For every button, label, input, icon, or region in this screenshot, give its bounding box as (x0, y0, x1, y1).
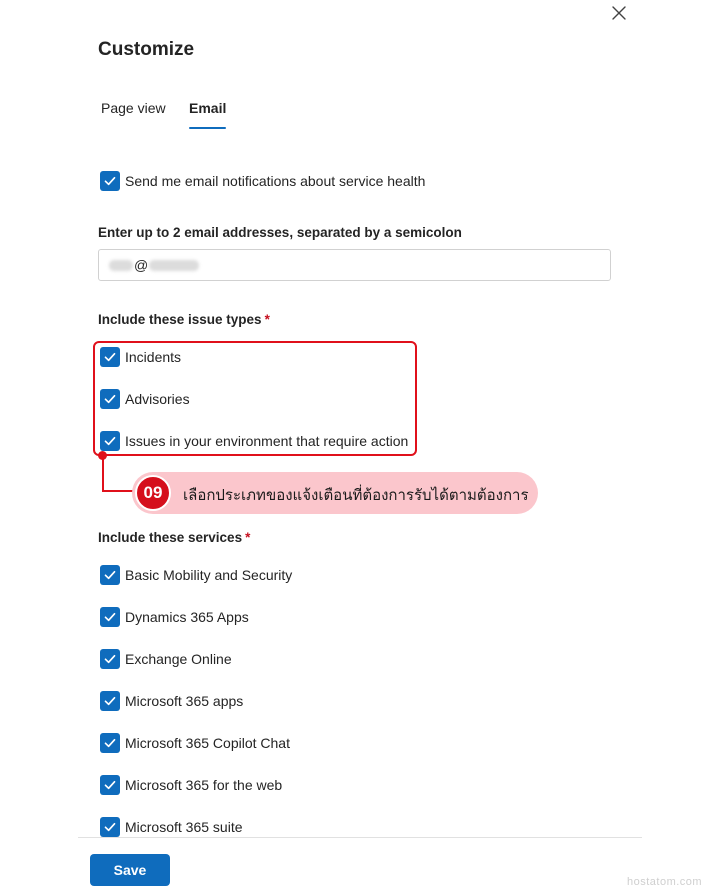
service-checkbox[interactable] (100, 775, 120, 795)
email-input[interactable]: @ (98, 249, 611, 281)
service-label: Basic Mobility and Security (125, 567, 293, 583)
service-checkbox[interactable] (100, 607, 120, 627)
save-button[interactable]: Save (90, 854, 170, 886)
service-checkbox[interactable] (100, 565, 120, 585)
service-item[interactable]: Basic Mobility and Security (100, 564, 292, 586)
send-notifications-checkbox[interactable] (100, 171, 120, 191)
required-mark: * (245, 530, 251, 545)
annotation-connector-vertical (102, 458, 104, 492)
checkmark-icon (104, 176, 116, 186)
redacted-email-domain (149, 259, 200, 271)
service-checkbox[interactable] (100, 733, 120, 753)
tab-email-label: Email (189, 100, 227, 116)
footer-divider (78, 837, 642, 838)
checkmark-icon (104, 654, 116, 664)
send-notifications-row[interactable]: Send me email notifications about servic… (100, 170, 425, 192)
service-label: Microsoft 365 apps (125, 693, 244, 709)
service-item[interactable]: Microsoft 365 apps (100, 690, 243, 712)
email-label: Enter up to 2 email addresses, separated… (98, 225, 462, 240)
tab-email[interactable]: Email (189, 100, 227, 129)
service-checkbox[interactable] (100, 691, 120, 711)
step-number-badge: 09 (135, 475, 171, 511)
issue-types-label: Include these issue types * (98, 312, 270, 327)
email-at-sign: @ (134, 257, 149, 273)
send-notifications-label: Send me email notifications about servic… (125, 173, 426, 189)
service-label: Exchange Online (125, 651, 232, 667)
service-item[interactable]: Dynamics 365 Apps (100, 606, 249, 628)
annotation-highlight-box (93, 341, 417, 456)
checkmark-icon (104, 822, 116, 832)
close-button[interactable] (609, 3, 629, 23)
checkmark-icon (104, 570, 116, 580)
annotation-connector-dot (98, 451, 107, 460)
tab-selected-indicator (189, 127, 227, 129)
service-label: Microsoft 365 for the web (125, 777, 283, 793)
service-label: Microsoft 365 Copilot Chat (125, 735, 290, 751)
service-checkbox[interactable] (100, 817, 120, 837)
service-checkbox[interactable] (100, 649, 120, 669)
redacted-email-local (109, 259, 133, 271)
service-item[interactable]: Microsoft 365 for the web (100, 774, 282, 796)
annotation-callout: 09 เลือกประเภทของแจ้งเตือนที่ต้องการรับไ… (132, 472, 538, 514)
services-label: Include these services * (98, 530, 250, 545)
page-title: Customize (98, 39, 195, 60)
service-item[interactable]: Exchange Online (100, 648, 232, 670)
service-item[interactable]: Microsoft 365 suite (100, 816, 243, 838)
service-item[interactable]: Microsoft 365 Copilot Chat (100, 732, 290, 754)
watermark: hostatom.com (627, 876, 703, 888)
close-icon (612, 6, 626, 20)
service-label: Microsoft 365 suite (125, 819, 243, 835)
checkmark-icon (104, 612, 116, 622)
services-label-text: Include these services (98, 530, 243, 545)
checkmark-icon (104, 780, 116, 790)
service-label: Dynamics 365 Apps (125, 609, 249, 625)
annotation-text: เลือกประเภทของแจ้งเตือนที่ต้องการรับได้ต… (183, 487, 529, 504)
tab-page-view[interactable]: Page view (101, 100, 166, 116)
checkmark-icon (104, 696, 116, 706)
issue-types-label-text: Include these issue types (98, 312, 262, 327)
checkmark-icon (104, 738, 116, 748)
required-mark: * (264, 312, 270, 327)
